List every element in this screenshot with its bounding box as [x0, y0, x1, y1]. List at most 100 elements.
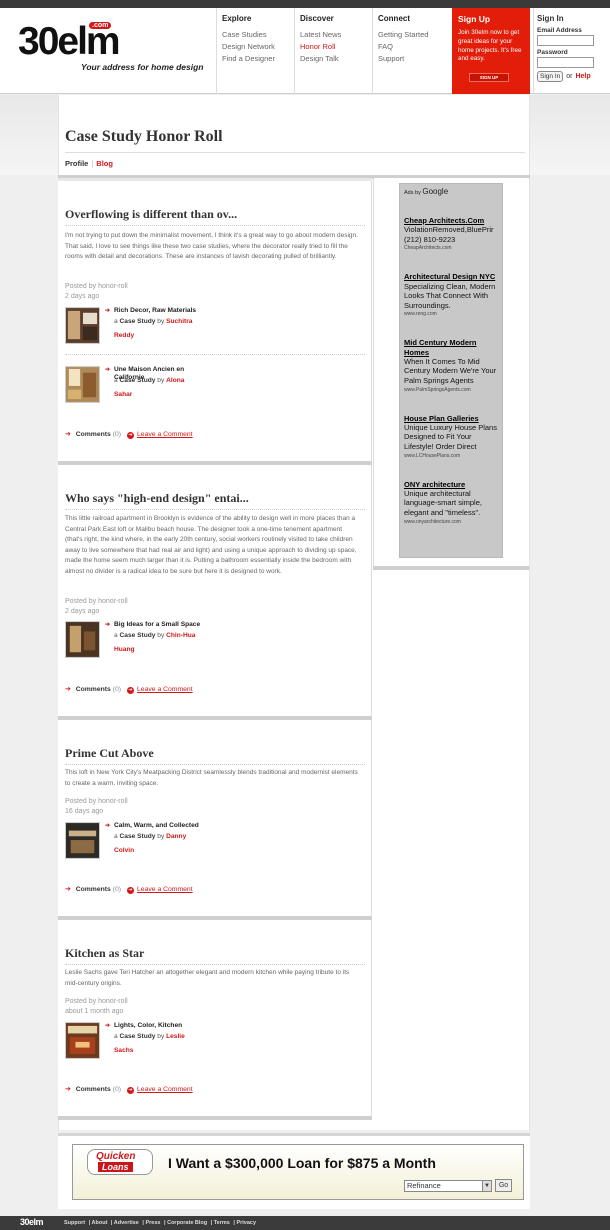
comment-count: (0)	[112, 686, 122, 693]
case-study-item[interactable]: Une Maison Ancien en Californie a Case S…	[65, 366, 365, 411]
ad-headline[interactable]: Cheap Architects.Com	[404, 216, 498, 225]
leave-comment-link[interactable]: Leave a Comment	[137, 686, 193, 693]
byline-by: by	[157, 318, 165, 325]
nav-link-faq[interactable]: FAQ	[378, 41, 452, 53]
author-last[interactable]: Sachs	[114, 1047, 133, 1054]
ad-url[interactable]: www.PalmSpringsAgents.com	[404, 386, 498, 395]
arrow-icon: ➔	[65, 431, 71, 438]
leave-comment-link[interactable]: Leave a Comment	[137, 1086, 193, 1093]
arrow-icon: ➔	[65, 1086, 71, 1093]
help-link[interactable]: Help	[575, 73, 590, 80]
post-title[interactable]: Who says "high-end design" entai...	[65, 491, 249, 506]
comments-link[interactable]: Comments	[76, 686, 111, 693]
ad-url[interactable]: CheapArchitects.com	[404, 244, 498, 253]
nav-link-design-network[interactable]: Design Network	[222, 41, 294, 53]
byline-by: by	[157, 833, 165, 840]
ad-url[interactable]: www.reng.com	[404, 310, 498, 319]
footer-link-advertise[interactable]: Advertise	[114, 1220, 139, 1226]
loan-type-select[interactable]: Refinance ▼	[404, 1180, 492, 1192]
comments-link[interactable]: Comments	[76, 431, 111, 438]
footer-link-press[interactable]: Press	[145, 1220, 160, 1226]
leave-comment-link[interactable]: Leave a Comment	[137, 886, 193, 893]
footer-link-corporate-blog[interactable]: Corporate Blog	[167, 1220, 207, 1226]
nav-link-case-studies[interactable]: Case Studies	[222, 29, 294, 41]
case-study-thumbnail[interactable]	[65, 822, 100, 859]
banner-headline[interactable]: I Want a $300,000 Loan for $875 a Month	[168, 1155, 436, 1171]
case-study-thumbnail[interactable]	[65, 1022, 100, 1059]
byline-a: a	[114, 377, 118, 384]
nav-link-design-talk[interactable]: Design Talk	[300, 53, 372, 65]
ad-unit[interactable]: ONY architecture Unique architectural la…	[404, 480, 498, 527]
author-last[interactable]: Colvin	[114, 847, 134, 854]
nav-link-latest-news[interactable]: Latest News	[300, 29, 372, 41]
email-field[interactable]	[537, 35, 594, 46]
item-divider	[65, 354, 365, 355]
tab-profile[interactable]: Profile	[65, 159, 88, 168]
case-study-thumbnail[interactable]	[65, 366, 100, 403]
author-last[interactable]: Reddy	[114, 332, 134, 339]
ad-unit[interactable]: Cheap Architects.Com ViolationRemoved,Bl…	[404, 216, 498, 253]
tagline: Your address for home design	[81, 62, 204, 72]
add-comment-icon: ➔	[127, 687, 135, 694]
case-study-item[interactable]: Calm, Warm, and Collected a Case Study b…	[65, 822, 365, 867]
author-first[interactable]: Suchitra	[166, 318, 192, 325]
case-study-title[interactable]: Lights, Color, Kitchen	[105, 1022, 182, 1029]
ad-url[interactable]: www.LCHousePlans.com	[404, 452, 498, 461]
nav-link-find-designer[interactable]: Find a Designer	[222, 53, 294, 65]
tab-blog[interactable]: Blog	[96, 159, 113, 168]
nav-link-honor-roll[interactable]: Honor Roll	[300, 41, 372, 53]
comments-link[interactable]: Comments	[76, 1086, 111, 1093]
case-study-title[interactable]: Rich Decor, Raw Materials	[105, 307, 196, 314]
signup-button[interactable]: SIGN UP	[469, 73, 509, 82]
logo-bottom-word: Loans	[98, 1162, 133, 1172]
post-title[interactable]: Prime Cut Above	[65, 746, 154, 761]
ad-headline[interactable]: ONY architecture	[404, 480, 498, 489]
author-last[interactable]: Huang	[114, 646, 135, 653]
leave-comment-link[interactable]: Leave a Comment	[137, 431, 193, 438]
case-study-thumbnail[interactable]	[65, 307, 100, 344]
ad-unit[interactable]: Mid Century Modern Homes When It Comes T…	[404, 338, 498, 394]
footer-link-privacy[interactable]: Privacy	[236, 1220, 256, 1226]
quicken-loans-logo[interactable]: Quicken Loans	[87, 1149, 153, 1175]
go-button[interactable]: Go	[495, 1179, 512, 1192]
comment-count: (0)	[112, 1086, 122, 1093]
ads-by-label: Ads by Google	[404, 187, 498, 196]
post-title[interactable]: Overflowing is different than ov...	[65, 207, 237, 222]
logo-top-word: Quicken	[96, 1151, 136, 1162]
google-logo[interactable]: Google	[422, 187, 448, 196]
ad-unit[interactable]: House Plan Galleries Unique Luxury House…	[404, 414, 498, 461]
post-meta: Posted by honor-roll 2 days ago	[65, 597, 128, 617]
case-study-thumbnail[interactable]	[65, 621, 100, 658]
password-label: Password	[537, 49, 568, 56]
ad-headline[interactable]: Architectural Design NYC	[404, 272, 498, 281]
comments-link[interactable]: Comments	[76, 886, 111, 893]
ad-url[interactable]: www.onyarchitecture.com	[404, 518, 498, 527]
site-logo[interactable]: 30elm .com Your address for home design	[18, 22, 204, 72]
footer-link-support[interactable]: Support	[64, 1220, 85, 1226]
post-title[interactable]: Kitchen as Star	[65, 946, 144, 961]
ad-unit[interactable]: Architectural Design NYC Specializing Cl…	[404, 272, 498, 319]
footer-link-terms[interactable]: Terms	[214, 1220, 230, 1226]
ad-headline[interactable]: House Plan Galleries	[404, 414, 498, 423]
author-first[interactable]: Alona	[166, 377, 184, 384]
case-study-label: Case Study	[119, 377, 156, 384]
case-study-title[interactable]: Calm, Warm, and Collected	[105, 822, 199, 829]
arrow-icon: ➔	[65, 886, 71, 893]
nav-link-support[interactable]: Support	[378, 53, 452, 65]
author-first[interactable]: Danny	[166, 833, 186, 840]
author-last[interactable]: Sahar	[114, 391, 132, 398]
nav-link-getting-started[interactable]: Getting Started	[378, 29, 452, 41]
signin-button[interactable]: Sign In	[537, 71, 564, 82]
quicken-loans-banner[interactable]: Quicken Loans I Want a $300,000 Loan for…	[72, 1144, 524, 1200]
footer-logo[interactable]: 30elm	[20, 1217, 44, 1227]
footer-link-about[interactable]: About	[92, 1220, 108, 1226]
case-study-item[interactable]: Rich Decor, Raw Materials a Case Study b…	[65, 307, 365, 355]
case-study-item[interactable]: Big Ideas for a Small Space a Case Study…	[65, 621, 365, 666]
posted-by: Posted by honor-roll	[65, 998, 128, 1005]
author-first[interactable]: Chin-Hua	[166, 632, 195, 639]
case-study-title[interactable]: Big Ideas for a Small Space	[105, 621, 200, 628]
author-first[interactable]: Leslie	[166, 1033, 185, 1040]
case-study-item[interactable]: Lights, Color, Kitchen a Case Study by L…	[65, 1022, 365, 1067]
password-field[interactable]	[537, 57, 594, 68]
ad-headline[interactable]: Mid Century Modern Homes	[404, 338, 498, 356]
